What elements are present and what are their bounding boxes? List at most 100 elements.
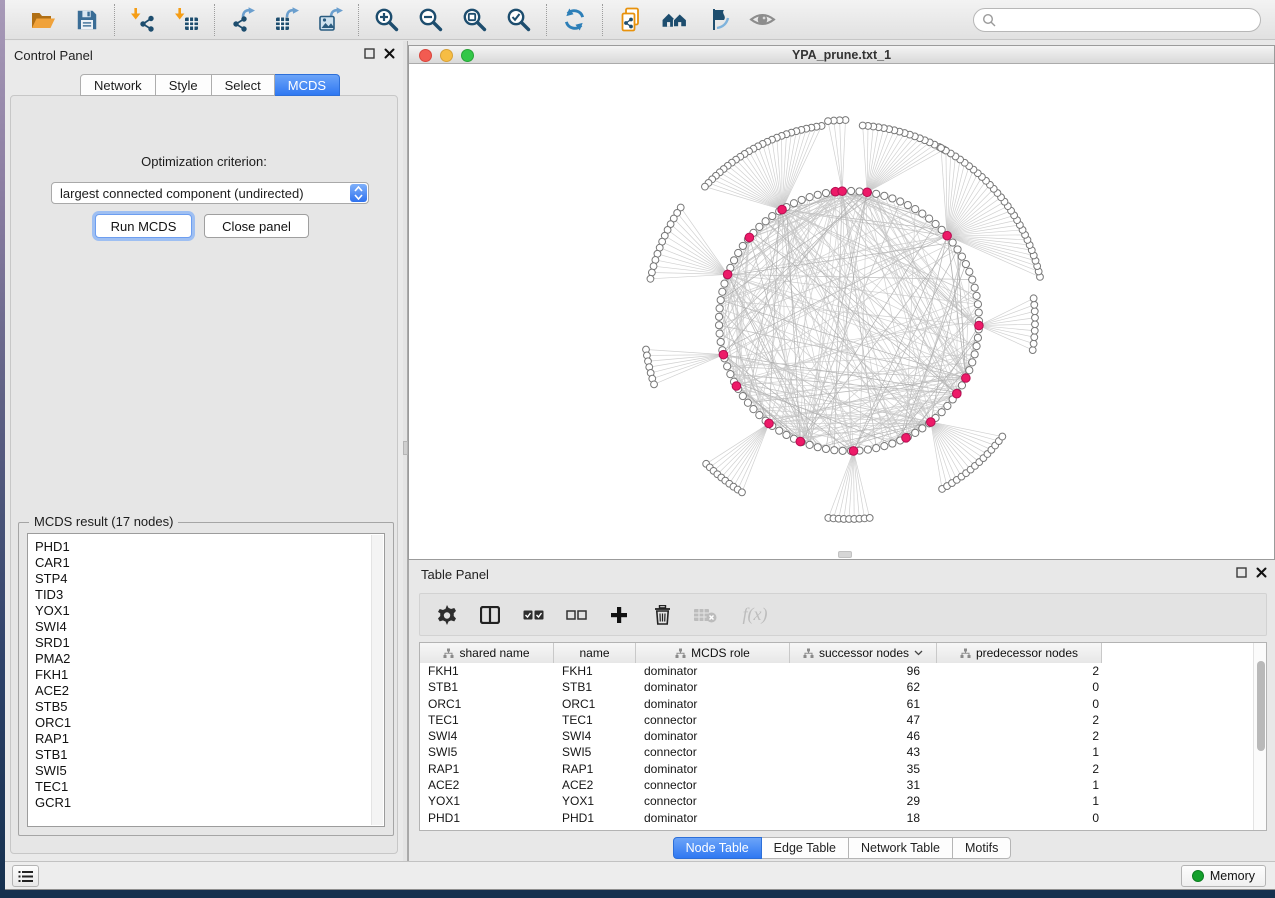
mcds-result-item[interactable]: PHD1	[28, 539, 384, 555]
column-label: predecessor nodes	[976, 646, 1078, 660]
close-panel-icon[interactable]	[384, 48, 395, 59]
network-graph[interactable]	[409, 64, 1274, 559]
memory-button[interactable]: Memory	[1181, 865, 1266, 887]
mcds-tab-pane: Optimization criterion: largest connecte…	[10, 95, 398, 854]
close-panel-icon[interactable]	[1256, 567, 1267, 578]
mcds-result-item[interactable]: SRD1	[28, 635, 384, 651]
tab-edge-table[interactable]: Edge Table	[762, 837, 849, 859]
right-column: YPA_prune.txt_1 Table Panel	[408, 41, 1275, 861]
tab-network-table[interactable]: Network Table	[849, 837, 953, 859]
close-window-icon[interactable]	[419, 49, 432, 62]
select-all-icon[interactable]	[520, 602, 546, 628]
import-table-icon[interactable]	[173, 6, 200, 33]
table-row[interactable]: STB1STB1dominator620	[420, 679, 1253, 695]
mcds-result-item[interactable]: PMA2	[28, 651, 384, 667]
mcds-result-item[interactable]: STB5	[28, 699, 384, 715]
mcds-result-item[interactable]: SWI4	[28, 619, 384, 635]
mcds-result-item[interactable]: SWI5	[28, 763, 384, 779]
show-columns-icon[interactable]	[477, 602, 503, 628]
table-row[interactable]: ORC1ORC1dominator610	[420, 696, 1253, 712]
table-cell: SWI5	[554, 744, 636, 760]
task-history-button[interactable]	[12, 865, 39, 887]
mcds-result-item[interactable]: GCR1	[28, 795, 384, 811]
network-canvas[interactable]	[409, 64, 1274, 559]
result-list-scrollbar[interactable]	[371, 535, 383, 825]
mcds-result-item[interactable]: TID3	[28, 587, 384, 603]
search-field[interactable]	[973, 8, 1261, 32]
zoom-fit-icon[interactable]	[461, 6, 488, 33]
mcds-result-item[interactable]: RAP1	[28, 731, 384, 747]
table-cell: 47	[790, 712, 937, 728]
table-cell: connector	[636, 777, 790, 793]
tab-node-table[interactable]: Node Table	[673, 837, 762, 859]
mcds-result-item[interactable]: YOX1	[28, 603, 384, 619]
mcds-result-item[interactable]: ORC1	[28, 715, 384, 731]
column-header-predecessor-nodes[interactable]: predecessor nodes	[937, 643, 1102, 663]
zoom-out-icon[interactable]	[417, 6, 444, 33]
deselect-all-icon[interactable]	[563, 602, 589, 628]
table-panel: Table Panel	[408, 560, 1275, 861]
zoom-selected-icon[interactable]	[505, 6, 532, 33]
sort-chevron-down-icon	[914, 650, 923, 656]
table-settings-gear-icon[interactable]	[434, 602, 460, 628]
table-row[interactable]: RAP1RAP1dominator352	[420, 761, 1253, 777]
optimization-criterion-select[interactable]: largest connected component (undirected)	[51, 182, 369, 204]
export-network-icon[interactable]	[229, 6, 256, 33]
run-mcds-button[interactable]: Run MCDS	[95, 214, 192, 238]
tab-motifs[interactable]: Motifs	[953, 837, 1011, 859]
refresh-icon[interactable]	[561, 6, 588, 33]
table-row[interactable]: PHD1PHD1dominator180	[420, 810, 1253, 826]
network-window-titlebar[interactable]: YPA_prune.txt_1	[409, 46, 1274, 64]
share-network-icon[interactable]	[617, 6, 644, 33]
mcds-result-item[interactable]: FKH1	[28, 667, 384, 683]
tab-select[interactable]: Select	[212, 74, 275, 96]
column-header-successor-nodes[interactable]: successor nodes	[790, 643, 937, 663]
home-icon[interactable]	[661, 6, 688, 33]
table-row[interactable]: ACE2ACE2connector311	[420, 777, 1253, 793]
network-window-title: YPA_prune.txt_1	[792, 48, 891, 62]
mcds-result-item[interactable]: STP4	[28, 571, 384, 587]
add-column-icon[interactable]	[606, 602, 632, 628]
column-header-name[interactable]: name	[554, 643, 636, 663]
tab-style[interactable]: Style	[156, 74, 212, 96]
search-input[interactable]	[1001, 11, 1260, 29]
tab-network[interactable]: Network	[80, 74, 156, 96]
eye-icon[interactable]	[749, 6, 776, 33]
close-panel-button[interactable]: Close panel	[204, 214, 309, 238]
mcds-result-item[interactable]: CAR1	[28, 555, 384, 571]
table-cell: 1	[937, 744, 1102, 760]
table-cell: connector	[636, 744, 790, 760]
table-cell: FKH1	[420, 663, 554, 679]
mcds-result-item[interactable]: TEC1	[28, 779, 384, 795]
export-image-icon[interactable]	[317, 6, 344, 33]
table-row[interactable]: FKH1FKH1dominator962	[420, 663, 1253, 679]
column-header-MCDS-role[interactable]: MCDS role	[636, 643, 790, 663]
import-network-icon[interactable]	[129, 6, 156, 33]
control-panel-tabs: NetworkStyleSelectMCDS	[80, 74, 340, 96]
scrollbar-thumb[interactable]	[1257, 661, 1265, 751]
table-row[interactable]: SWI5SWI5connector431	[420, 744, 1253, 760]
mcds-result-item[interactable]: ACE2	[28, 683, 384, 699]
float-panel-icon[interactable]	[364, 48, 375, 59]
minimize-window-icon[interactable]	[440, 49, 453, 62]
table-cell: 43	[790, 744, 937, 760]
maximize-window-icon[interactable]	[461, 49, 474, 62]
zoom-in-icon[interactable]	[373, 6, 400, 33]
table-cell: YOX1	[420, 793, 554, 809]
annotations-icon[interactable]	[705, 6, 732, 33]
delete-column-trash-icon[interactable]	[649, 602, 675, 628]
export-table-icon[interactable]	[273, 6, 300, 33]
mcds-result-list[interactable]: PHD1CAR1STP4TID3YOX1SWI4SRD1PMA2FKH1ACE2…	[27, 533, 385, 827]
horizontal-splitter-grip[interactable]	[838, 551, 852, 558]
open-session-icon[interactable]	[29, 6, 56, 33]
column-header-shared-name[interactable]: shared name	[420, 643, 554, 663]
table-row[interactable]: SWI4SWI4dominator462	[420, 728, 1253, 744]
table-row[interactable]: YOX1YOX1connector291	[420, 793, 1253, 809]
tab-mcds[interactable]: MCDS	[275, 74, 340, 96]
table-row[interactable]: TEC1TEC1connector472	[420, 712, 1253, 728]
table-scrollbar[interactable]	[1253, 643, 1266, 830]
column-network-icon	[960, 648, 971, 659]
mcds-result-item[interactable]: STB1	[28, 747, 384, 763]
save-session-icon[interactable]	[73, 6, 100, 33]
float-panel-icon[interactable]	[1236, 567, 1247, 578]
